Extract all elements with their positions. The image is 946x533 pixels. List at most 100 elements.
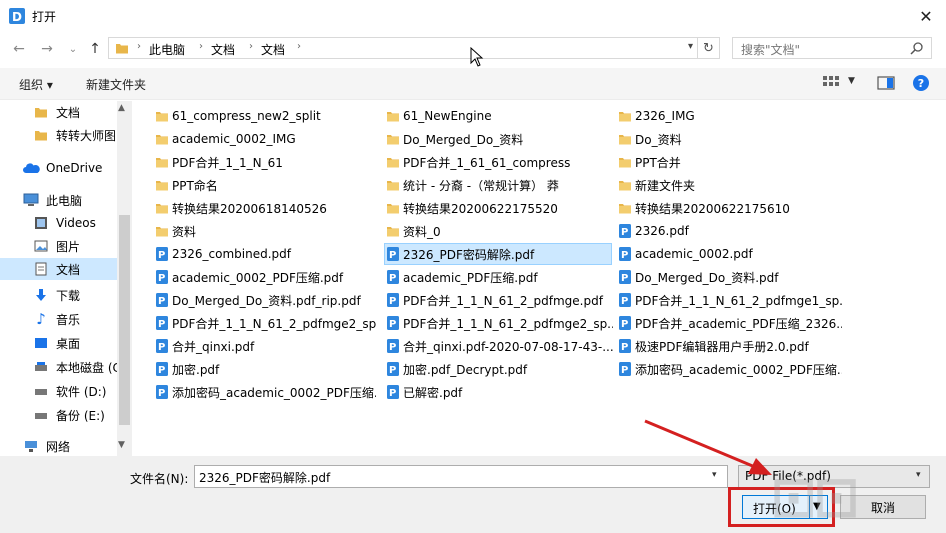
back-button[interactable]: ←: [8, 38, 30, 60]
folder-icon: [154, 131, 170, 147]
sidebar-item-this-pc[interactable]: 此电脑: [22, 189, 82, 211]
refresh-button[interactable]: ↻: [698, 37, 720, 59]
scroll-down-icon[interactable]: ▼: [118, 440, 125, 450]
pdf-file-item[interactable]: P Do_Merged_Do_资料.pdf: [617, 266, 842, 288]
refresh-icon: ↻: [703, 40, 714, 56]
preview-pane-icon[interactable]: [877, 75, 895, 91]
pdf-file-item[interactable]: P 加密.pdf_Decrypt.pdf: [385, 358, 613, 380]
folder-item[interactable]: Do_Merged_Do_资料: [385, 128, 613, 150]
folder-item[interactable]: PDF合并_1_61_61_compress: [385, 151, 613, 173]
file-name: 2326_PDF密码解除.pdf: [403, 247, 535, 262]
drive-icon: [32, 407, 50, 423]
svg-text:P: P: [389, 250, 396, 261]
pdf-file-item[interactable]: P 加密.pdf: [154, 358, 376, 380]
sidebar-item-documents[interactable]: 文档: [32, 101, 80, 123]
folder-icon: [154, 200, 170, 216]
breadcrumb-item[interactable]: 此电脑: [149, 41, 185, 58]
sidebar-item-documents-selected[interactable]: 文档: [0, 258, 117, 280]
pdf-file-item[interactable]: P 2326.pdf: [617, 220, 842, 242]
sidebar-item-music[interactable]: ♪ 音乐: [32, 308, 80, 330]
folder-item[interactable]: 资料: [154, 220, 376, 242]
address-bar[interactable]: › 此电脑 › 文档 › 文档 › ▾: [108, 37, 698, 59]
pdf-file-item[interactable]: P PDF合并_1_1_N_61_2_pdfmge1_sp...: [617, 289, 842, 311]
pdf-file-item[interactable]: P PDF合并_1_1_N_61_2_pdfmge2_sp...: [385, 312, 613, 334]
recent-locations-button[interactable]: ⌄: [62, 38, 84, 60]
close-icon: ✕: [919, 6, 933, 26]
organize-button[interactable]: 组织 ▾: [19, 76, 53, 93]
pdf-file-item[interactable]: P PDF合并_1_1_N_61_2_pdfmge2_sp...: [154, 312, 376, 334]
chevron-down-icon[interactable]: ▾: [916, 470, 921, 480]
folder-item[interactable]: 新建文件夹: [617, 174, 842, 196]
pdf-file-item[interactable]: P Do_Merged_Do_资料.pdf_rip.pdf: [154, 289, 376, 311]
pdf-file-item[interactable]: P 2326_PDF密码解除.pdf: [384, 243, 612, 265]
breadcrumb-item[interactable]: 文档: [211, 41, 235, 58]
svg-text:P: P: [158, 296, 165, 307]
sidebar-item-pictures[interactable]: 图片: [32, 235, 80, 257]
folder-item[interactable]: 61_compress_new2_split: [154, 105, 376, 127]
picture-icon: [32, 238, 50, 254]
svg-text:P: P: [389, 342, 396, 353]
chevron-down-icon[interactable]: ▾: [688, 41, 693, 52]
filename-input[interactable]: 2326_PDF密码解除.pdf: [194, 465, 728, 488]
chevron-down-icon[interactable]: ▼: [848, 76, 855, 86]
scroll-up-icon[interactable]: ▲: [118, 103, 125, 113]
sidebar-item-onedrive[interactable]: OneDrive: [22, 157, 102, 179]
pdf-file-item[interactable]: P PDF合并_academic_PDF压缩_2326....: [617, 312, 842, 334]
drive-icon: [32, 359, 50, 375]
pdf-file-item[interactable]: P 合并_qinxi.pdf-2020-07-08-17-43-...: [385, 335, 613, 357]
folder-item[interactable]: 资料_0: [385, 220, 613, 242]
forward-button[interactable]: →: [36, 38, 58, 60]
pdf-file-item[interactable]: P 2326_combined.pdf: [154, 243, 376, 265]
pdf-file-item[interactable]: Pacademic_PDF压缩.pdf: [385, 266, 613, 288]
sidebar-item-zhuanzhuan[interactable]: 转转大师图: [32, 124, 116, 146]
pdf-file-item[interactable]: P 合并_qinxi.pdf: [154, 335, 376, 357]
file-name: 61_compress_new2_split: [172, 109, 321, 123]
svg-text:P: P: [158, 388, 165, 399]
chevron-down-icon[interactable]: ▾: [712, 470, 717, 480]
file-name: PDF合并_1_1_N_61: [172, 155, 283, 170]
watermark-logo: ⊡⊡: [770, 465, 860, 530]
pdf-file-icon: P: [154, 338, 170, 354]
folder-item[interactable]: academic_0002_IMG: [154, 128, 376, 150]
folder-item[interactable]: PPT命名: [154, 174, 376, 196]
folder-item[interactable]: PDF合并_1_1_N_61: [154, 151, 376, 173]
folder-item[interactable]: PPT合并: [617, 151, 842, 173]
sidebar-scrollbar-thumb[interactable]: [119, 215, 130, 425]
up-button[interactable]: ↑: [84, 38, 106, 60]
pdf-file-item[interactable]: P 添加密码_academic_0002_PDF压缩...: [154, 381, 376, 403]
sidebar-item-drive-e[interactable]: 备份 (E:): [32, 404, 105, 426]
search-input[interactable]: 搜索"文档": [732, 37, 932, 59]
sidebar-item-drive-d[interactable]: 软件 (D:): [32, 380, 106, 402]
pdf-file-item[interactable]: Pacademic_0002.pdf: [617, 243, 842, 265]
new-folder-button[interactable]: 新建文件夹: [86, 76, 146, 93]
folder-item[interactable]: 61_NewEngine: [385, 105, 613, 127]
folder-item[interactable]: 统计 - 分裔 -（常规计算） 莽: [385, 174, 613, 196]
folder-item[interactable]: 2326_IMG: [617, 105, 842, 127]
help-button[interactable]: ?: [913, 75, 929, 91]
svg-text:D: D: [12, 10, 22, 24]
pdf-file-item[interactable]: P PDF合并_1_1_N_61_2_pdfmge.pdf: [385, 289, 613, 311]
folder-icon: [154, 108, 170, 124]
breadcrumb-item[interactable]: 文档: [261, 41, 285, 58]
folder-item[interactable]: Do_资料: [617, 128, 842, 150]
folder-item[interactable]: 转换结果20200618140526: [154, 197, 376, 219]
sidebar-item-desktop[interactable]: 桌面: [32, 332, 80, 354]
pdf-file-item[interactable]: P 已解密.pdf: [385, 381, 613, 403]
file-name: 极速PDF编辑器用户手册2.0.pdf: [635, 339, 809, 354]
file-name: academic_0002_PDF压缩.pdf: [172, 270, 344, 285]
folder-icon: [154, 177, 170, 193]
sidebar-item-downloads[interactable]: 下载: [32, 284, 80, 306]
folder-item[interactable]: 转换结果20200622175520: [385, 197, 613, 219]
music-icon: ♪: [36, 310, 46, 328]
file-name: 转换结果20200622175520: [403, 201, 558, 216]
sidebar-item-drive-c[interactable]: 本地磁盘 (C: [32, 356, 121, 378]
sidebar-item-network[interactable]: 网络: [22, 435, 70, 456]
file-name: 合并_qinxi.pdf: [172, 339, 255, 354]
pdf-file-item[interactable]: Pacademic_0002_PDF压缩.pdf: [154, 266, 376, 288]
pdf-file-item[interactable]: P 添加密码_academic_0002_PDF压缩...: [617, 358, 842, 380]
folder-item[interactable]: 转换结果20200622175610: [617, 197, 842, 219]
view-options-icon[interactable]: [822, 75, 840, 91]
sidebar-item-videos[interactable]: Videos: [32, 212, 96, 234]
close-button[interactable]: ✕: [906, 0, 946, 32]
pdf-file-item[interactable]: P 极速PDF编辑器用户手册2.0.pdf: [617, 335, 842, 357]
